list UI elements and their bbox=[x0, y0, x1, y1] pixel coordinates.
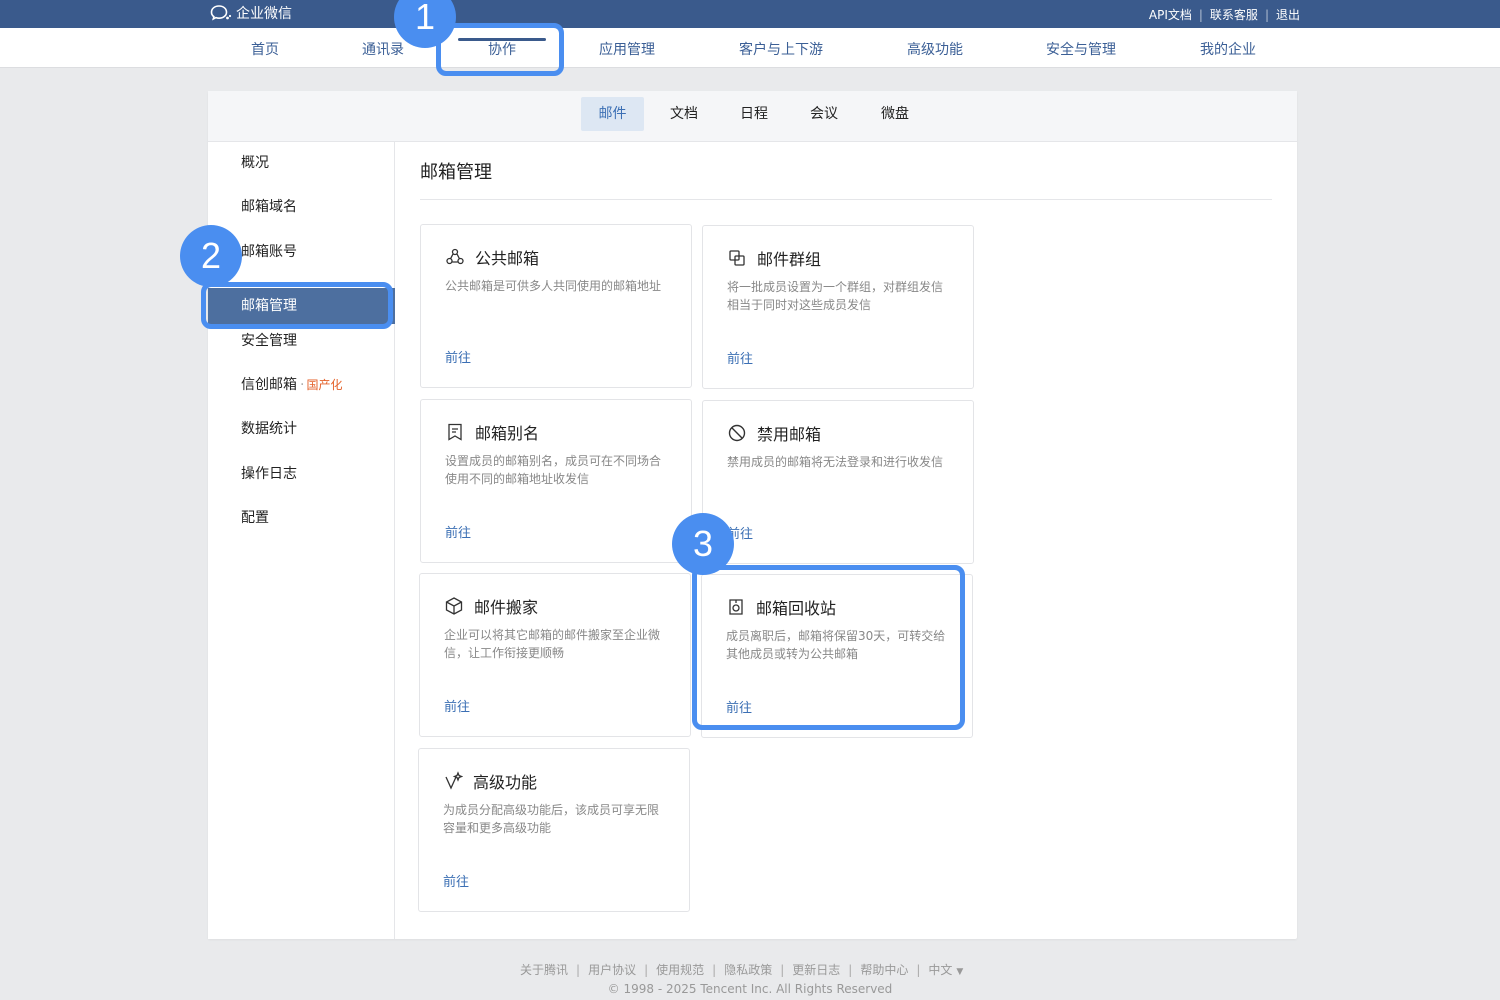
card-mail-migration: 邮件搬家 企业可以将其它邮箱的邮件搬家至企业微信，让工作衔接更顺畅 前往 bbox=[419, 573, 691, 737]
sidebar-item-overview[interactable]: 概况 bbox=[208, 145, 395, 181]
card-description: 公共邮箱是可供多人共同使用的邮箱地址 bbox=[445, 279, 662, 293]
sidebar-item-domain[interactable]: 邮箱域名 bbox=[208, 189, 395, 225]
footer-usage-rules-link[interactable]: 使用规范 bbox=[656, 961, 704, 978]
card-disable-mailbox: 禁用邮箱 禁用成员的邮箱将无法登录和进行收发信 前往 bbox=[702, 400, 974, 564]
language-selector[interactable]: 中文 ▼ bbox=[928, 961, 963, 978]
card-title: 高级功能 bbox=[473, 773, 538, 792]
footer-changelog-link[interactable]: 更新日志 bbox=[792, 961, 840, 978]
tab-mail[interactable]: 邮件 bbox=[581, 97, 644, 131]
go-link[interactable]: 前往 bbox=[444, 696, 470, 715]
copyright: © 1998 - 2025 Tencent Inc. All Rights Re… bbox=[607, 982, 893, 996]
separator: | bbox=[644, 962, 649, 977]
nav-advanced[interactable]: 高级功能 bbox=[907, 39, 963, 59]
footer-help-link[interactable]: 帮助中心 bbox=[860, 961, 908, 978]
api-docs-link[interactable]: API文档 bbox=[1149, 6, 1192, 23]
disable-icon bbox=[728, 424, 746, 442]
mail-alias-icon bbox=[448, 423, 462, 441]
card-title: 禁用邮箱 bbox=[757, 425, 822, 444]
sub-nav: 邮件 文档 日程 会议 微盘 bbox=[208, 91, 1297, 142]
highlight-recycle-bin bbox=[692, 565, 965, 730]
card-description: 将一批成员设置为一个群组，对群组发信相当于同时对这些成员发信 bbox=[727, 280, 944, 312]
main-panel: 邮件 文档 日程 会议 微盘 概况 邮箱域名 邮箱账号 邮箱管理 安全管理 信创… bbox=[208, 91, 1297, 939]
card-description: 为成员分配高级功能后，该成员可享无限容量和更多高级功能 bbox=[443, 803, 660, 835]
card-title: 邮箱别名 bbox=[475, 424, 540, 443]
card-title: 公共邮箱 bbox=[475, 249, 540, 268]
divider bbox=[420, 199, 1272, 200]
footer-user-agreement-link[interactable]: 用户协议 bbox=[588, 961, 636, 978]
top-bar: 企业微信 API文档 | 联系客服 | 退出 bbox=[0, 0, 1500, 28]
brand-name: 企业微信 bbox=[236, 6, 292, 22]
language-label: 中文 bbox=[928, 963, 953, 977]
page-title: 邮箱管理 bbox=[420, 162, 492, 183]
nav-my-company[interactable]: 我的企业 bbox=[1200, 39, 1256, 59]
tab-docs[interactable]: 文档 bbox=[660, 97, 708, 131]
separator: | bbox=[1264, 7, 1269, 22]
highlight-mailbox-management bbox=[201, 282, 393, 329]
card-description: 禁用成员的邮箱将无法登录和进行收发信 bbox=[727, 455, 944, 469]
sidebar-item-config[interactable]: 配置 bbox=[208, 500, 395, 536]
go-link[interactable]: 前往 bbox=[445, 347, 471, 366]
card-advanced-features: 高级功能 为成员分配高级功能后，该成员可享无限容量和更多高级功能 前往 bbox=[418, 748, 690, 912]
tab-calendar[interactable]: 日程 bbox=[730, 97, 778, 131]
top-links: API文档 | 联系客服 | 退出 bbox=[1149, 6, 1300, 23]
tab-meeting[interactable]: 会议 bbox=[800, 97, 848, 131]
sidebar-item-logs[interactable]: 操作日志 bbox=[208, 456, 395, 492]
highlight-collaboration bbox=[436, 23, 564, 76]
nav-home[interactable]: 首页 bbox=[251, 39, 279, 59]
card-description: 企业可以将其它邮箱的邮件搬家至企业微信，让工作衔接更顺畅 bbox=[444, 628, 661, 660]
footer-about-link[interactable]: 关于腾讯 bbox=[520, 961, 568, 978]
sidebar-item-label: 信创邮箱 bbox=[241, 377, 297, 393]
mail-group-icon bbox=[729, 250, 745, 266]
go-link[interactable]: 前往 bbox=[445, 522, 471, 541]
logout-link[interactable]: 退出 bbox=[1276, 6, 1300, 23]
tab-drive[interactable]: 微盘 bbox=[871, 97, 919, 131]
nav-customers[interactable]: 客户与上下游 bbox=[739, 39, 823, 59]
footer-links: 关于腾讯 | 用户协议 | 使用规范 | 隐私政策 | 更新日志 | 帮助中心 … bbox=[520, 961, 963, 978]
sidebar-item-statistics[interactable]: 数据统计 bbox=[208, 411, 395, 447]
public-mailbox-icon bbox=[446, 248, 464, 265]
caret-down-icon: ▼ bbox=[956, 967, 964, 977]
card-mail-alias: 邮箱别名 设置成员的邮箱别名，成员可在不同场合使用不同的邮箱地址收发信 前往 bbox=[420, 399, 692, 563]
separator: | bbox=[848, 962, 853, 977]
footer-privacy-link[interactable]: 隐私政策 bbox=[724, 961, 772, 978]
advanced-icon bbox=[445, 771, 463, 790]
step-badge-2: 2 bbox=[180, 225, 242, 287]
card-title: 邮件搬家 bbox=[474, 598, 539, 617]
separator: | bbox=[1198, 7, 1203, 22]
separator: | bbox=[712, 962, 717, 977]
go-link[interactable]: 前往 bbox=[443, 871, 469, 890]
nav-app-management[interactable]: 应用管理 bbox=[599, 39, 655, 59]
card-description: 设置成员的邮箱别名，成员可在不同场合使用不同的邮箱地址收发信 bbox=[445, 454, 662, 486]
contact-support-link[interactable]: 联系客服 bbox=[1210, 6, 1258, 23]
domestic-tag: 国产化 bbox=[306, 378, 343, 392]
main-nav: 首页 通讯录 协作 应用管理 客户与上下游 高级功能 安全与管理 我的企业 bbox=[0, 28, 1500, 68]
card-title: 邮件群组 bbox=[757, 250, 822, 269]
separator: | bbox=[576, 962, 581, 977]
brand-logo[interactable]: 企业微信 bbox=[210, 3, 292, 23]
nav-contacts[interactable]: 通讯录 bbox=[362, 39, 404, 59]
separator: | bbox=[916, 962, 921, 977]
sidebar-item-xinchuang[interactable]: 信创邮箱 · 国产化 bbox=[208, 367, 395, 403]
go-link[interactable]: 前往 bbox=[727, 348, 753, 367]
chat-bubble-icon bbox=[210, 5, 232, 21]
card-public-mailbox: 公共邮箱 公共邮箱是可供多人共同使用的邮箱地址 前往 bbox=[420, 224, 692, 388]
card-mail-group: 邮件群组 将一批成员设置为一个群组，对群组发信相当于同时对这些成员发信 前往 bbox=[702, 225, 974, 389]
step-badge-3: 3 bbox=[672, 513, 734, 575]
box-icon bbox=[445, 597, 463, 615]
separator: | bbox=[780, 962, 785, 977]
nav-security[interactable]: 安全与管理 bbox=[1046, 39, 1116, 59]
tag-separator: · bbox=[300, 377, 305, 393]
